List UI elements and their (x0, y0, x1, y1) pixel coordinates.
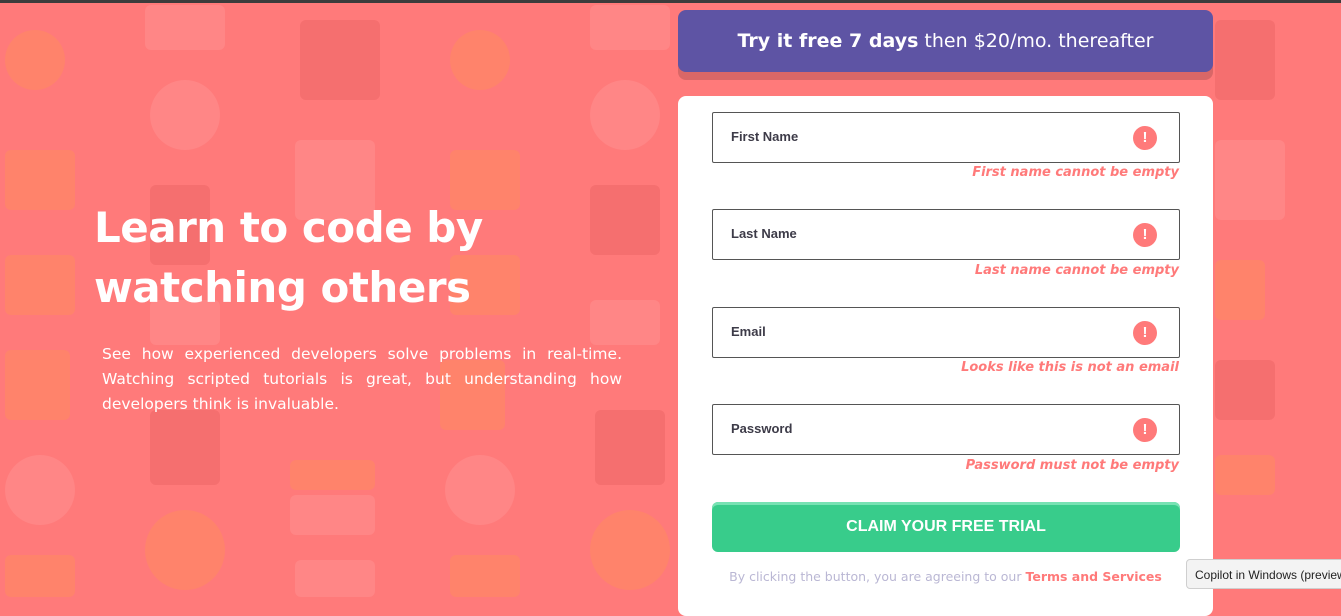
cart-icon (150, 410, 220, 485)
lifebuoy-icon (590, 510, 670, 590)
toolbox-icon (1215, 20, 1275, 100)
calendar-icon (5, 555, 75, 597)
toolbox-icon (300, 20, 380, 100)
trial-promo-banner: Try it free 7 days then $20/mo. thereaft… (678, 10, 1213, 72)
bar-chart-icon (5, 255, 75, 315)
password-input[interactable] (713, 405, 1131, 452)
rocket-icon (5, 350, 70, 420)
terms-text: By clicking the button, you are agreeing… (729, 569, 1026, 584)
calendar-icon (450, 555, 520, 597)
last-name-input[interactable] (713, 210, 1131, 257)
key-icon (290, 460, 375, 490)
signup-form: ! First name cannot be empty ! Last name… (678, 96, 1213, 616)
laptop-icon (590, 5, 670, 50)
first-name-error: First name cannot be empty (972, 165, 1179, 180)
key-icon (1215, 455, 1275, 495)
lifebuoy-icon (145, 510, 225, 590)
hero-section: Learn to code by watching others See how… (94, 198, 634, 417)
globe-gear-icon (445, 455, 515, 525)
error-icon: ! (1133, 321, 1157, 345)
promo-highlight: Try it free 7 days (737, 30, 919, 52)
email-field-wrapper: ! (712, 307, 1180, 358)
last-name-field-wrapper: ! (712, 209, 1180, 260)
files-icon (1215, 140, 1285, 220)
hero-description: See how experienced developers solve pro… (102, 345, 622, 413)
hero-title: Learn to code by watching others (94, 203, 483, 312)
network-icon (150, 80, 220, 150)
terms-link[interactable]: Terms and Services (1025, 569, 1161, 584)
copilot-tooltip: Copilot in Windows (preview) (1186, 559, 1341, 589)
document-lines-icon (290, 495, 375, 535)
claim-free-trial-button[interactable]: CLAIM YOUR FREE TRIAL (712, 502, 1180, 552)
network-icon (590, 80, 660, 150)
first-name-input[interactable] (713, 113, 1131, 160)
laptop-icon (145, 5, 225, 50)
password-field-wrapper: ! (712, 404, 1180, 455)
monitor-icon (1215, 360, 1275, 420)
error-icon: ! (1133, 223, 1157, 247)
globe-gear-icon (5, 455, 75, 525)
cart-icon (595, 410, 665, 485)
terms-notice: By clicking the button, you are agreeing… (678, 569, 1213, 584)
thumbs-up-icon (5, 150, 75, 210)
gear-icon (1215, 260, 1265, 320)
email-error: Looks like this is not an email (961, 360, 1179, 375)
email-input[interactable] (713, 308, 1131, 355)
headset-icon (5, 30, 65, 90)
password-error: Password must not be empty (965, 458, 1179, 473)
last-name-error: Last name cannot be empty (974, 263, 1179, 278)
browser-window-icon (295, 560, 375, 597)
promo-rest: then $20/mo. thereafter (918, 30, 1154, 52)
headset-icon (450, 30, 510, 90)
first-name-field-wrapper: ! (712, 112, 1180, 163)
error-icon: ! (1133, 418, 1157, 442)
error-icon: ! (1133, 126, 1157, 150)
